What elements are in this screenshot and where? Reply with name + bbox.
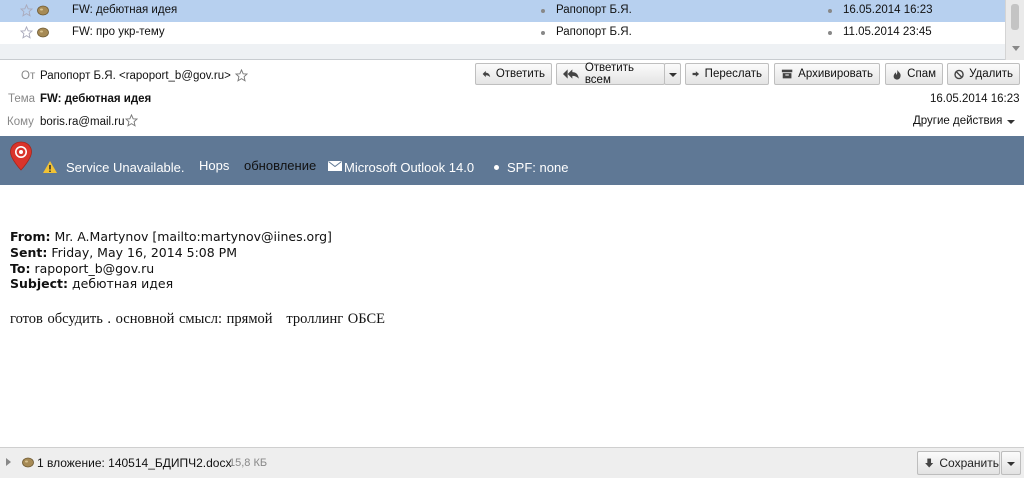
reply-all-button[interactable]: Ответить всем (556, 62, 665, 86)
location-pin-icon (10, 141, 32, 171)
message-row-selected[interactable]: FW: дебютная идея Рапопорт Б.Я. 16.05.20… (0, 0, 1005, 22)
subject-value: FW: дебютная идея (40, 93, 152, 105)
archive-icon (781, 69, 793, 79)
reply-all-icon (563, 69, 579, 79)
forward-button[interactable]: Переслать (685, 63, 769, 85)
spam-button[interactable]: Спам (885, 63, 943, 85)
header-info-banner: Service Unavailable. Hops обновление Mic… (0, 136, 1024, 185)
attachment-tag-icon (37, 5, 49, 16)
chevron-down-icon[interactable] (1007, 120, 1015, 124)
subject-label: Тема (8, 93, 36, 105)
save-label: Сохранить (939, 456, 999, 470)
read-status-dot[interactable] (541, 31, 545, 35)
star-icon[interactable] (125, 114, 138, 127)
attachment-label[interactable]: 1 вложение: 140514_БДИПЧ2.docx (37, 456, 231, 470)
attachment-bar: 1 вложение: 140514_БДИПЧ2.docx 15,8 КБ С… (0, 447, 1024, 478)
body-sent-value: Friday, May 16, 2014 5:08 PM (51, 245, 237, 260)
message-subject: FW: дебютная идея (72, 4, 178, 16)
delete-label: Удалить (969, 68, 1013, 80)
star-icon[interactable] (20, 4, 33, 17)
message-sender: Рапопорт Б.Я. (556, 26, 632, 38)
message-sender: Рапопорт Б.Я. (556, 4, 632, 16)
body-sent-line: Sent: Friday, May 16, 2014 5:08 PM (10, 245, 237, 260)
read-status-dot[interactable] (541, 9, 545, 13)
scrollbar-thumb[interactable] (1011, 4, 1019, 30)
archive-button[interactable]: Архивировать (774, 63, 880, 85)
service-status: Service Unavailable. (66, 160, 185, 175)
body-sent-label: Sent: (10, 245, 48, 260)
message-list: FW: дебютная идея Рапопорт Б.Я. 16.05.20… (0, 0, 1024, 60)
chevron-down-icon (1007, 462, 1015, 466)
save-dropdown[interactable] (1001, 451, 1021, 475)
to-value[interactable]: boris.ra@mail.ru (40, 116, 125, 128)
warning-icon (43, 161, 57, 173)
envelope-icon (328, 161, 342, 171)
spam-label: Спам (907, 68, 936, 80)
expand-triangle-icon[interactable] (6, 458, 11, 466)
hops-link[interactable]: Hops (199, 158, 229, 173)
save-button[interactable]: Сохранить (917, 451, 1000, 475)
message-date: 16.05.2014 16:23 (930, 93, 1020, 105)
star-icon[interactable] (235, 69, 248, 82)
mail-client-window: FW: дебютная идея Рапопорт Б.Я. 16.05.20… (0, 0, 1024, 478)
download-icon (925, 458, 934, 468)
reply-label: Ответить (495, 68, 545, 80)
attachment-icon (22, 457, 34, 468)
delete-icon (954, 69, 964, 79)
attachment-size: 15,8 КБ (229, 457, 268, 469)
archive-label: Архивировать (798, 68, 873, 80)
to-label: Кому (7, 116, 34, 128)
reply-all-dropdown[interactable] (664, 63, 681, 85)
spf-bullet-icon (494, 165, 499, 170)
message-header: От Рапопорт Б.Я. <rapoport_b@gov.ru> Отв… (0, 61, 1024, 136)
body-subject-value: дебютная идея (71, 276, 174, 291)
flame-icon (893, 69, 901, 80)
reply-icon (482, 70, 491, 78)
date-dot (828, 9, 832, 13)
body-to-label: To: (10, 261, 31, 276)
forward-icon (692, 71, 700, 77)
body-to-line: To: rapoport_b@gov.ru (10, 261, 154, 276)
star-icon[interactable] (20, 26, 33, 39)
body-subject-line: Subject: дебютная идея (10, 276, 173, 291)
date-dot (828, 31, 832, 35)
message-row[interactable]: FW: про укр-тему Рапопорт Б.Я. 11.05.201… (0, 22, 1005, 44)
body-text: готов обсудить . основной смысл: прямой … (10, 311, 386, 327)
message-date: 11.05.2014 23:45 (843, 26, 932, 38)
reply-button[interactable]: Ответить (475, 63, 552, 85)
body-from-value: Mr. A.Martynov [mailto:martynov@iines.or… (54, 229, 332, 244)
body-subject-label: Subject: (10, 276, 68, 291)
message-date: 16.05.2014 16:23 (843, 4, 933, 16)
delete-button[interactable]: Удалить (947, 63, 1020, 85)
attachment-tag-icon (37, 27, 49, 38)
body-from-line: From: Mr. A.Martynov [mailto:martynov@ii… (10, 229, 332, 244)
more-actions-menu[interactable]: Другие действия (913, 115, 1002, 127)
message-subject: FW: про укр-тему (72, 26, 165, 38)
forward-label: Переслать (704, 68, 762, 80)
scroll-down-arrow-icon[interactable] (1012, 46, 1020, 51)
more-actions-label: Другие действия (913, 115, 1003, 127)
chevron-down-icon (669, 73, 677, 77)
from-label: От (21, 70, 36, 82)
update-link[interactable]: обновление (244, 158, 316, 173)
body-to-value: rapoport_b@gov.ru (34, 261, 155, 276)
body-from-label: From: (10, 229, 51, 244)
message-list-scrollbar[interactable] (1005, 0, 1024, 60)
mail-client-info: Microsoft Outlook 14.0 (344, 160, 475, 175)
reply-all-label: Ответить всем (584, 62, 634, 86)
from-value[interactable]: Рапопорт Б.Я. <rapoport_b@gov.ru> (40, 70, 231, 82)
spf-info: SPF: none (507, 160, 569, 175)
message-body: From: Mr. A.Martynov [mailto:martynov@ii… (0, 185, 1024, 447)
